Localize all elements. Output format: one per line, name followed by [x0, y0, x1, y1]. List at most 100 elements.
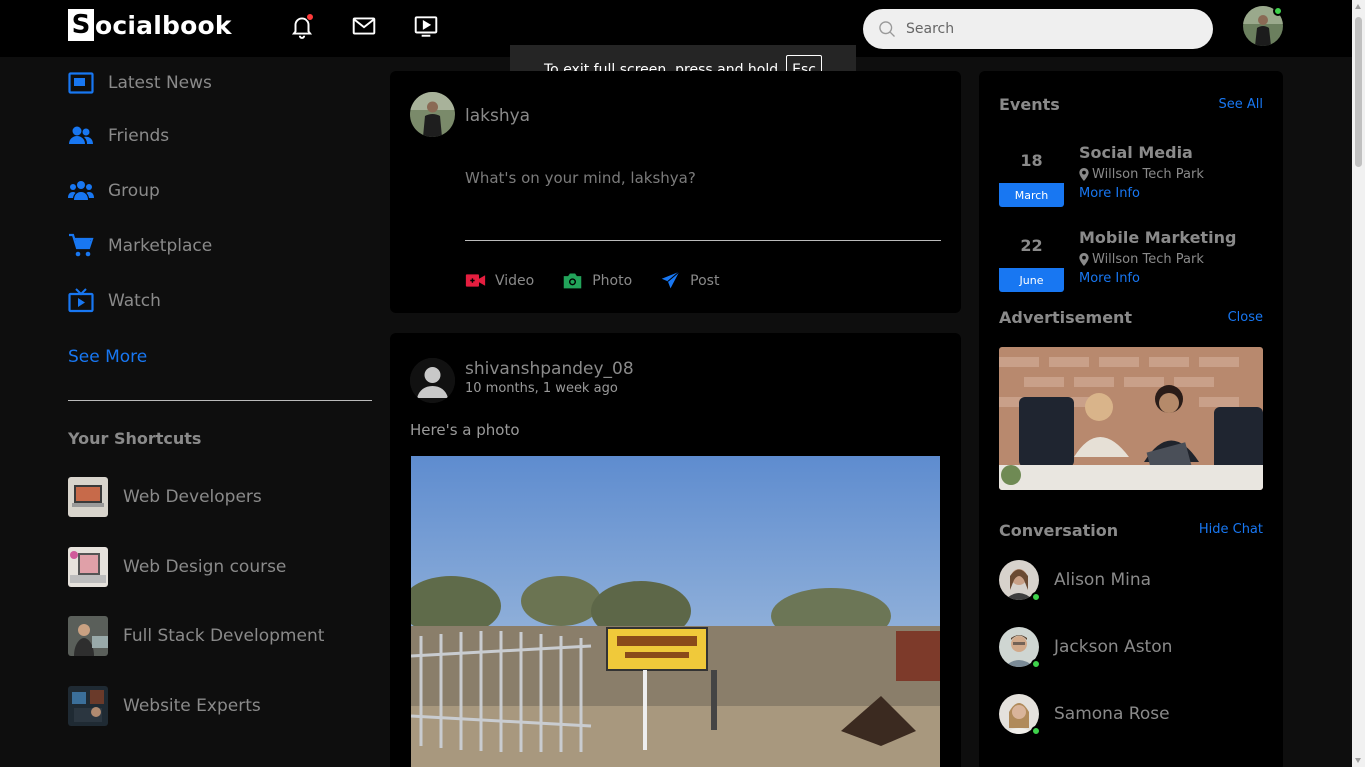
advertisement-heading: Advertisement — [999, 308, 1133, 327]
event-title: Mobile Marketing — [1079, 228, 1237, 247]
post-text: Here's a photo — [410, 421, 520, 439]
shortcut-label: Website Experts — [123, 696, 261, 716]
sidebar-item-label: Group — [108, 180, 160, 201]
chat-contact[interactable]: Jackson Aston — [999, 627, 1173, 669]
logo-initial: S — [68, 9, 94, 41]
hide-chat-link[interactable]: Hide Chat — [1199, 522, 1263, 537]
shortcut-label: Web Developers — [123, 487, 262, 507]
sidebar-item-latest-news[interactable]: Latest News — [68, 58, 372, 108]
event-more-info-link[interactable]: More Info — [1079, 186, 1140, 201]
event-month: March — [999, 183, 1064, 207]
sidebar-item-group[interactable]: Group — [68, 163, 372, 218]
sidebar-item-label: Latest News — [108, 73, 212, 93]
video-icon — [465, 274, 486, 287]
notification-bell-icon[interactable] — [289, 13, 315, 39]
tv-icon — [68, 287, 94, 314]
group-icon — [68, 178, 94, 204]
sidebar-item-friends[interactable]: Friends — [68, 108, 372, 163]
camera-icon — [563, 273, 582, 289]
post-timestamp: 10 months, 1 week ago — [465, 381, 618, 396]
shortcut-thumbnail — [68, 547, 108, 587]
chat-contact[interactable]: Samona Rose — [999, 694, 1170, 736]
event-item: 18 March Social Media Willson Tech Park … — [999, 143, 1269, 207]
post-author-name[interactable]: shivanshpandey_08 — [465, 359, 634, 379]
advertisement-image[interactable] — [999, 347, 1263, 490]
contact-name: Alison Mina — [1054, 570, 1152, 590]
action-label: Photo — [592, 272, 633, 289]
event-more-info-link[interactable]: More Info — [1079, 271, 1140, 286]
see-more-link[interactable]: See More — [68, 347, 147, 367]
events-heading: Events — [999, 95, 1060, 114]
composer-username: lakshya — [465, 106, 531, 126]
event-day: 22 — [1020, 236, 1043, 255]
shortcut-label: Full Stack Development — [123, 626, 325, 646]
shortcut-thumbnail — [68, 477, 108, 517]
close-advertisement-link[interactable]: Close — [1228, 310, 1263, 325]
shortcut-label: Web Design course — [123, 557, 287, 577]
action-label: Video — [495, 272, 535, 289]
user-online-indicator — [1273, 6, 1283, 16]
location-pin-icon — [1079, 253, 1089, 266]
event-location: Willson Tech Park — [1079, 167, 1204, 182]
composer-avatar — [410, 92, 455, 137]
conversation-heading: Conversation — [999, 521, 1119, 540]
contact-avatar — [999, 694, 1041, 736]
contact-avatar — [999, 560, 1041, 602]
post-composer: lakshya Video Photo Post — [390, 71, 961, 313]
sidebar-item-watch[interactable]: Watch — [68, 273, 372, 328]
news-icon — [68, 70, 94, 96]
online-indicator — [1031, 592, 1041, 602]
sidebar-item-marketplace[interactable]: Marketplace — [68, 218, 372, 273]
online-indicator — [1031, 659, 1041, 669]
shortcut-full-stack-development[interactable]: Full Stack Development — [68, 616, 324, 656]
composer-actions: Video Photo Post — [465, 270, 747, 291]
shortcut-thumbnail — [68, 686, 108, 726]
event-location-text: Willson Tech Park — [1092, 252, 1204, 267]
page-scrollbar[interactable] — [1352, 0, 1365, 767]
event-month: June — [999, 268, 1064, 292]
sidebar-item-label: Friends — [108, 125, 170, 146]
scroll-up-arrow-icon[interactable] — [1355, 4, 1361, 9]
see-all-events-link[interactable]: See All — [1219, 97, 1264, 112]
post-author-avatar[interactable] — [410, 358, 455, 403]
shortcut-web-design-course[interactable]: Web Design course — [68, 547, 286, 587]
logo-text: ocialbook — [95, 10, 232, 40]
scrollbar-thumb[interactable] — [1355, 17, 1362, 167]
shortcut-web-developers[interactable]: Web Developers — [68, 477, 262, 517]
contact-avatar — [999, 627, 1041, 669]
notification-badge — [306, 13, 314, 21]
event-title: Social Media — [1079, 143, 1193, 162]
sidebar-divider — [68, 400, 372, 401]
post-text-input[interactable] — [465, 169, 941, 241]
event-date: 18 March — [999, 143, 1064, 207]
chat-contact[interactable]: Alison Mina — [999, 560, 1152, 602]
shortcut-website-experts[interactable]: Website Experts — [68, 686, 261, 726]
shortcuts-heading: Your Shortcuts — [68, 429, 202, 448]
add-photo-button[interactable]: Photo — [562, 270, 632, 291]
feed-post: shivanshpandey_08 10 months, 1 week ago … — [390, 333, 961, 767]
search-input[interactable] — [906, 21, 1186, 37]
online-indicator — [1031, 726, 1041, 736]
left-sidebar-nav: Latest News Friends Group Marketplace Wa… — [68, 58, 372, 328]
send-icon — [661, 271, 680, 289]
action-label: Post — [690, 272, 720, 289]
event-date: 22 June — [999, 228, 1064, 292]
search-bar — [863, 9, 1213, 49]
scroll-down-arrow-icon[interactable] — [1355, 758, 1361, 763]
post-photo[interactable] — [411, 456, 940, 767]
event-location-text: Willson Tech Park — [1092, 167, 1204, 182]
event-day: 18 — [1020, 151, 1043, 170]
video-play-icon[interactable] — [413, 13, 439, 39]
sidebar-item-label: Watch — [108, 290, 161, 311]
mail-icon[interactable] — [351, 13, 377, 39]
logo[interactable]: S ocialbook — [68, 9, 232, 41]
contact-name: Jackson Aston — [1054, 637, 1173, 657]
cart-icon — [68, 233, 94, 259]
add-video-button[interactable]: Video — [465, 270, 534, 291]
submit-post-button[interactable]: Post — [660, 270, 719, 291]
right-sidebar: Events See All 18 March Social Media Wil… — [979, 71, 1283, 767]
sidebar-item-label: Marketplace — [108, 235, 213, 256]
location-pin-icon — [1079, 168, 1089, 181]
event-location: Willson Tech Park — [1079, 252, 1204, 267]
shortcut-thumbnail — [68, 616, 108, 656]
